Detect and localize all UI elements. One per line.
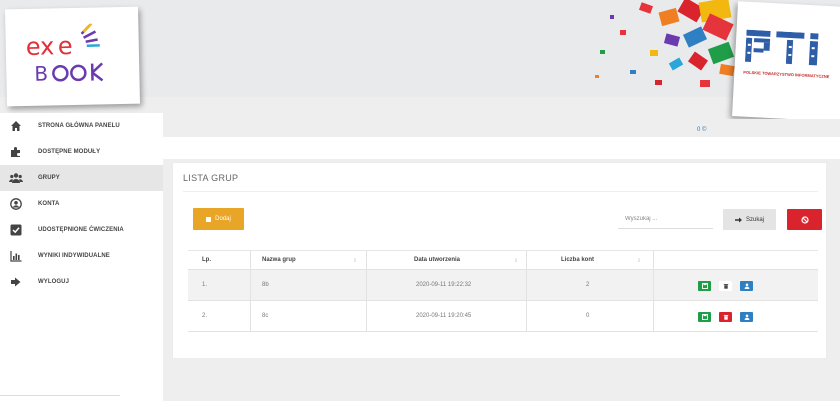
exebook-logo-graphic: ex e B	[25, 23, 104, 86]
edit-button[interactable]	[698, 312, 711, 322]
svg-text:ex: ex	[25, 32, 54, 61]
plus-square-icon	[206, 216, 212, 222]
table-row: 1. 8b 2020-09-11 19:22:32 2	[188, 270, 818, 301]
puzzle-icon	[9, 145, 23, 159]
app-header: ex e B POLSKIE TOWARZYSTWO INFORMATYCZNE	[0, 0, 840, 122]
bar-chart-icon	[9, 249, 23, 263]
arrow-right-icon	[734, 217, 742, 222]
sidebar-item-logout[interactable]: WYLOGUJ	[0, 269, 163, 295]
pti-logo-graphic	[744, 29, 819, 66]
sidebar-item-modules[interactable]: DOSTĘPNE MODUŁY	[0, 139, 163, 165]
divider	[183, 191, 818, 192]
sort-icon[interactable]: ⇕	[353, 258, 357, 264]
table-header: Lp. Nazwa grup ⇕ Data utworzenia ⇕ Liczb…	[188, 250, 818, 270]
sidebar-item-groups[interactable]: GRUPY	[0, 165, 163, 191]
checkbox-icon	[9, 223, 23, 237]
sidebar: STRONA GŁÓWNA PANELU DOSTĘPNE MODUŁY GRU…	[0, 113, 163, 401]
column-header-name[interactable]: Nazwa grup	[262, 251, 296, 269]
save-icon	[701, 283, 708, 289]
sidebar-item-label: UDOSTĘPNIONE ĆWICZENIA	[38, 227, 124, 233]
search-button-label: Szukaj	[745, 216, 764, 223]
toolbar-strip	[150, 119, 840, 139]
cell-group-name: 8b	[262, 282, 269, 288]
column-header-date[interactable]: Data utworzenia	[414, 251, 460, 269]
search-input[interactable]	[618, 209, 713, 229]
sidebar-item-accounts[interactable]: KONTA	[0, 191, 163, 217]
column-header-count[interactable]: Liczba kont	[561, 251, 594, 269]
user-circle-icon	[9, 197, 23, 211]
sidebar-item-label: WYLOGUJ	[38, 279, 70, 285]
sort-icon[interactable]: ⇕	[637, 258, 641, 264]
members-button[interactable]	[740, 312, 753, 322]
cell-lp: 2.	[202, 313, 208, 319]
cell-group-name: 8c	[262, 313, 269, 319]
confetti-decoration	[595, 0, 735, 87]
cell-created-date: 2020-09-11 19:22:32	[416, 282, 472, 288]
members-button[interactable]	[740, 281, 753, 291]
sidebar-footer	[0, 395, 120, 401]
cell-created-date: 2020-09-11 19:20:45	[416, 313, 472, 319]
svg-text:B: B	[34, 62, 48, 86]
pti-subtitle: POLSKIE TOWARZYSTWO INFORMATYCZNE	[743, 69, 830, 80]
delete-button[interactable]	[719, 312, 732, 322]
column-header-lp[interactable]: Lp.	[202, 251, 211, 269]
add-group-button[interactable]: Dodaj	[193, 208, 244, 230]
delete-button[interactable]	[719, 281, 732, 291]
counter-text: 0 ©	[697, 127, 707, 133]
pti-logo[interactable]: POLSKIE TOWARZYSTWO INFORMATYCZNE	[732, 1, 840, 122]
sidebar-item-label: DOSTĘPNE MODUŁY	[38, 149, 101, 155]
sidebar-item-label: WYNIKI INDYWIDUALNE	[38, 253, 110, 259]
clear-search-button[interactable]	[787, 209, 822, 230]
logout-icon	[9, 275, 23, 289]
user-icon	[744, 283, 749, 289]
sidebar-item-label: STRONA GŁÓWNA PANELU	[38, 123, 120, 129]
trash-icon	[723, 284, 728, 289]
sidebar-item-label: GRUPY	[38, 175, 60, 181]
add-button-label: Dodaj	[215, 216, 231, 222]
sidebar-item-shared-exercises[interactable]: UDOSTĘPNIONE ĆWICZENIA	[0, 217, 163, 243]
sidebar-item-individual-results[interactable]: WYNIKI INDYWIDUALNE	[0, 243, 163, 269]
cell-account-count: 0	[586, 313, 590, 319]
exebook-logo[interactable]: ex e B	[4, 6, 141, 107]
edit-button[interactable]	[698, 281, 711, 291]
save-icon	[701, 314, 708, 320]
trash-icon	[723, 315, 728, 320]
svg-text:e: e	[57, 32, 72, 60]
user-icon	[744, 314, 749, 320]
group-list-panel: LISTA GRUP Dodaj Szukaj Lp. Nazwa grup ⇕…	[172, 162, 827, 359]
cell-lp: 1.	[202, 282, 208, 288]
notice-bar	[150, 137, 840, 159]
users-icon	[9, 171, 23, 185]
sidebar-item-home[interactable]: STRONA GŁÓWNA PANELU	[0, 113, 163, 139]
ban-icon	[800, 215, 809, 224]
cell-account-count: 2	[586, 282, 590, 288]
sidebar-item-label: KONTA	[38, 201, 60, 207]
page-title: LISTA GRUP	[183, 173, 239, 183]
home-icon	[9, 119, 23, 133]
sort-icon[interactable]: ⇕	[514, 258, 518, 264]
table-row: 2. 8c 2020-09-11 19:20:45 0	[188, 301, 818, 332]
search-button[interactable]: Szukaj	[723, 209, 776, 230]
